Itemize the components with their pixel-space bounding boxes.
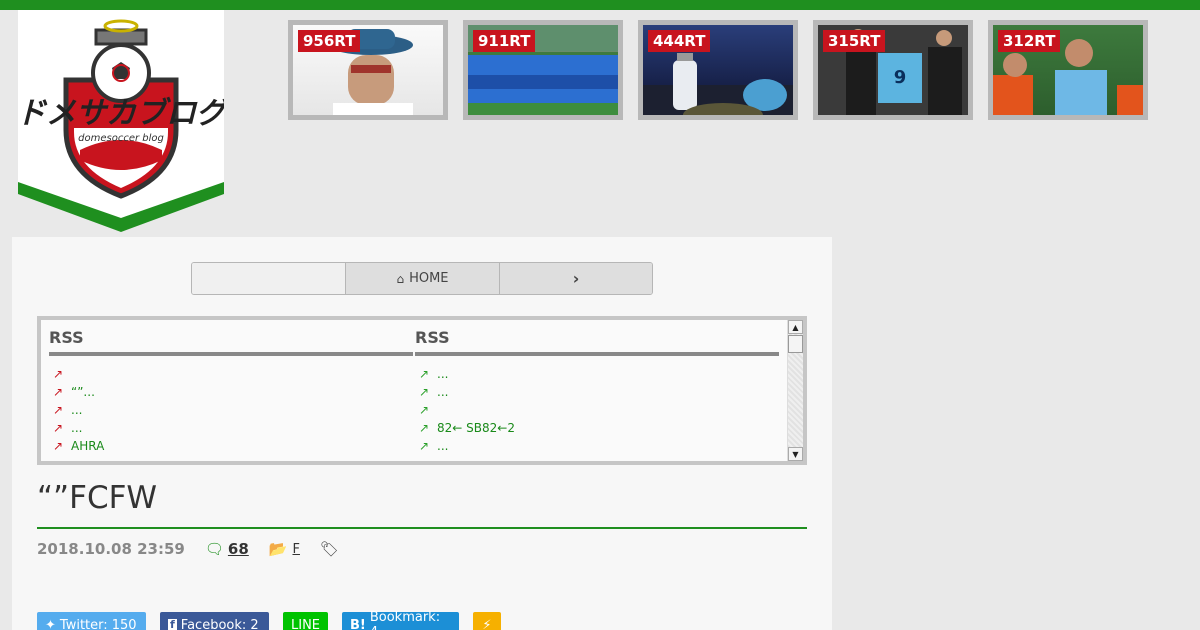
external-link-icon: ↗ bbox=[419, 457, 430, 465]
external-link-icon: ↗ bbox=[53, 457, 64, 465]
logo-text: ドメサカブログ bbox=[18, 96, 224, 131]
comment-count-link[interactable]: 68 bbox=[228, 540, 249, 558]
external-link-icon: ↗ bbox=[53, 421, 64, 435]
comments-icon: 🗨 bbox=[204, 540, 224, 558]
external-link-icon: ↗ bbox=[419, 421, 430, 435]
rt-count: 911RT bbox=[473, 30, 536, 52]
rss-item[interactable]: ↗ bbox=[49, 365, 413, 383]
rss-column-left: RSS ↗ ↗ “”... ↗... ↗... ↗ AHRA ↗ bbox=[49, 326, 413, 465]
external-link-icon: ↗ bbox=[53, 403, 64, 417]
rss-item[interactable]: ↗ bbox=[49, 455, 413, 465]
external-link-icon: ↗ bbox=[419, 403, 430, 417]
ranking-thumb-3[interactable]: 444RT bbox=[638, 20, 798, 120]
scroll-down-arrow-icon[interactable]: ▼ bbox=[788, 447, 803, 461]
rss-item[interactable]: ↗... bbox=[49, 419, 413, 437]
rss-item[interactable]: ↗... bbox=[415, 437, 779, 455]
home-label: HOME bbox=[409, 271, 449, 286]
rss-scrollbar[interactable]: ▲ ▼ bbox=[787, 320, 803, 461]
rss-item[interactable]: ↗ bbox=[415, 401, 779, 419]
ranking-thumb-2[interactable]: 911RT bbox=[463, 20, 623, 120]
top-accent-bar bbox=[0, 0, 1200, 10]
ranking-thumb-4[interactable]: 9 315RT bbox=[813, 20, 973, 120]
rss-heading: RSS bbox=[49, 326, 413, 356]
post-navigation: ⌂ HOME › bbox=[191, 262, 653, 295]
rss-item[interactable]: ↗ “”... bbox=[49, 383, 413, 401]
chevron-right-icon: › bbox=[572, 269, 580, 288]
post-title: “”FCFW bbox=[37, 480, 158, 516]
facebook-icon: f bbox=[168, 618, 177, 630]
post-meta: 2018.10.08 23:59 🗨 68 📂 F 🏷 bbox=[37, 540, 339, 558]
tags-icon: 🏷 bbox=[319, 540, 340, 558]
lightning-icon: ⚡ bbox=[482, 617, 492, 630]
rss-item[interactable]: ↗... bbox=[49, 401, 413, 419]
external-link-icon: ↗ bbox=[419, 367, 430, 381]
rt-count: 312RT bbox=[998, 30, 1061, 52]
next-post-button[interactable]: › bbox=[500, 263, 652, 294]
line-share-button[interactable]: LINE bbox=[283, 612, 328, 630]
rss-item[interactable]: ↗ bbox=[415, 455, 779, 465]
ranking-thumb-5[interactable]: 312RT bbox=[988, 20, 1148, 120]
pocket-share-button[interactable]: ⚡ bbox=[473, 612, 501, 630]
rss-column-right: RSS ↗... ↗... ↗ ↗ 82← SB82←2 ↗... ↗ bbox=[415, 326, 779, 465]
hatena-bookmark-button[interactable]: B! Bookmark: 4 bbox=[342, 610, 459, 630]
prev-post-button[interactable] bbox=[192, 263, 345, 294]
external-link-icon: ↗ bbox=[419, 439, 430, 453]
rss-item[interactable]: ↗ 82← SB82←2 bbox=[415, 419, 779, 437]
rss-item[interactable]: ↗... bbox=[415, 365, 779, 383]
article-card: ⌂ HOME › RSS ↗ ↗ “”... ↗... ↗... ↗ AHRA ↗ … bbox=[12, 237, 832, 630]
external-link-icon: ↗ bbox=[53, 367, 64, 381]
scroll-up-arrow-icon[interactable]: ▲ bbox=[788, 320, 803, 334]
external-link-icon: ↗ bbox=[53, 439, 64, 453]
rss-feed-box[interactable]: RSS ↗ ↗ “”... ↗... ↗... ↗ AHRA ↗ RSS ↗... … bbox=[37, 316, 807, 465]
rss-heading: RSS bbox=[415, 326, 779, 356]
rss-item[interactable]: ↗ AHRA bbox=[49, 437, 413, 455]
folder-icon: 📂 bbox=[268, 540, 288, 558]
twitter-icon: ✦ bbox=[45, 617, 56, 630]
external-link-icon: ↗ bbox=[53, 385, 64, 399]
home-icon: ⌂ bbox=[396, 271, 405, 286]
category-link[interactable]: F bbox=[292, 542, 299, 557]
hatena-icon: B! bbox=[350, 617, 366, 630]
title-divider bbox=[37, 527, 807, 529]
logo-subtext: domesoccer blog bbox=[78, 133, 164, 144]
post-date: 2018.10.08 23:59 bbox=[37, 540, 185, 558]
ranking-thumb-1[interactable]: 956RT bbox=[288, 20, 448, 120]
external-link-icon: ↗ bbox=[419, 385, 430, 399]
site-logo[interactable]: ドメサカブログ domesoccer blog bbox=[18, 10, 224, 234]
rss-item[interactable]: ↗... bbox=[415, 383, 779, 401]
twitter-share-button[interactable]: ✦ Twitter: 150 bbox=[37, 612, 146, 630]
rt-count: 444RT bbox=[648, 30, 711, 52]
scrollbar-thumb[interactable] bbox=[788, 335, 803, 353]
facebook-share-button[interactable]: f Facebook: 2 bbox=[160, 612, 269, 630]
rt-count: 956RT bbox=[298, 30, 361, 52]
svg-text:9: 9 bbox=[894, 67, 907, 88]
home-button[interactable]: ⌂ HOME bbox=[345, 263, 500, 294]
rt-count: 315RT bbox=[823, 30, 886, 52]
